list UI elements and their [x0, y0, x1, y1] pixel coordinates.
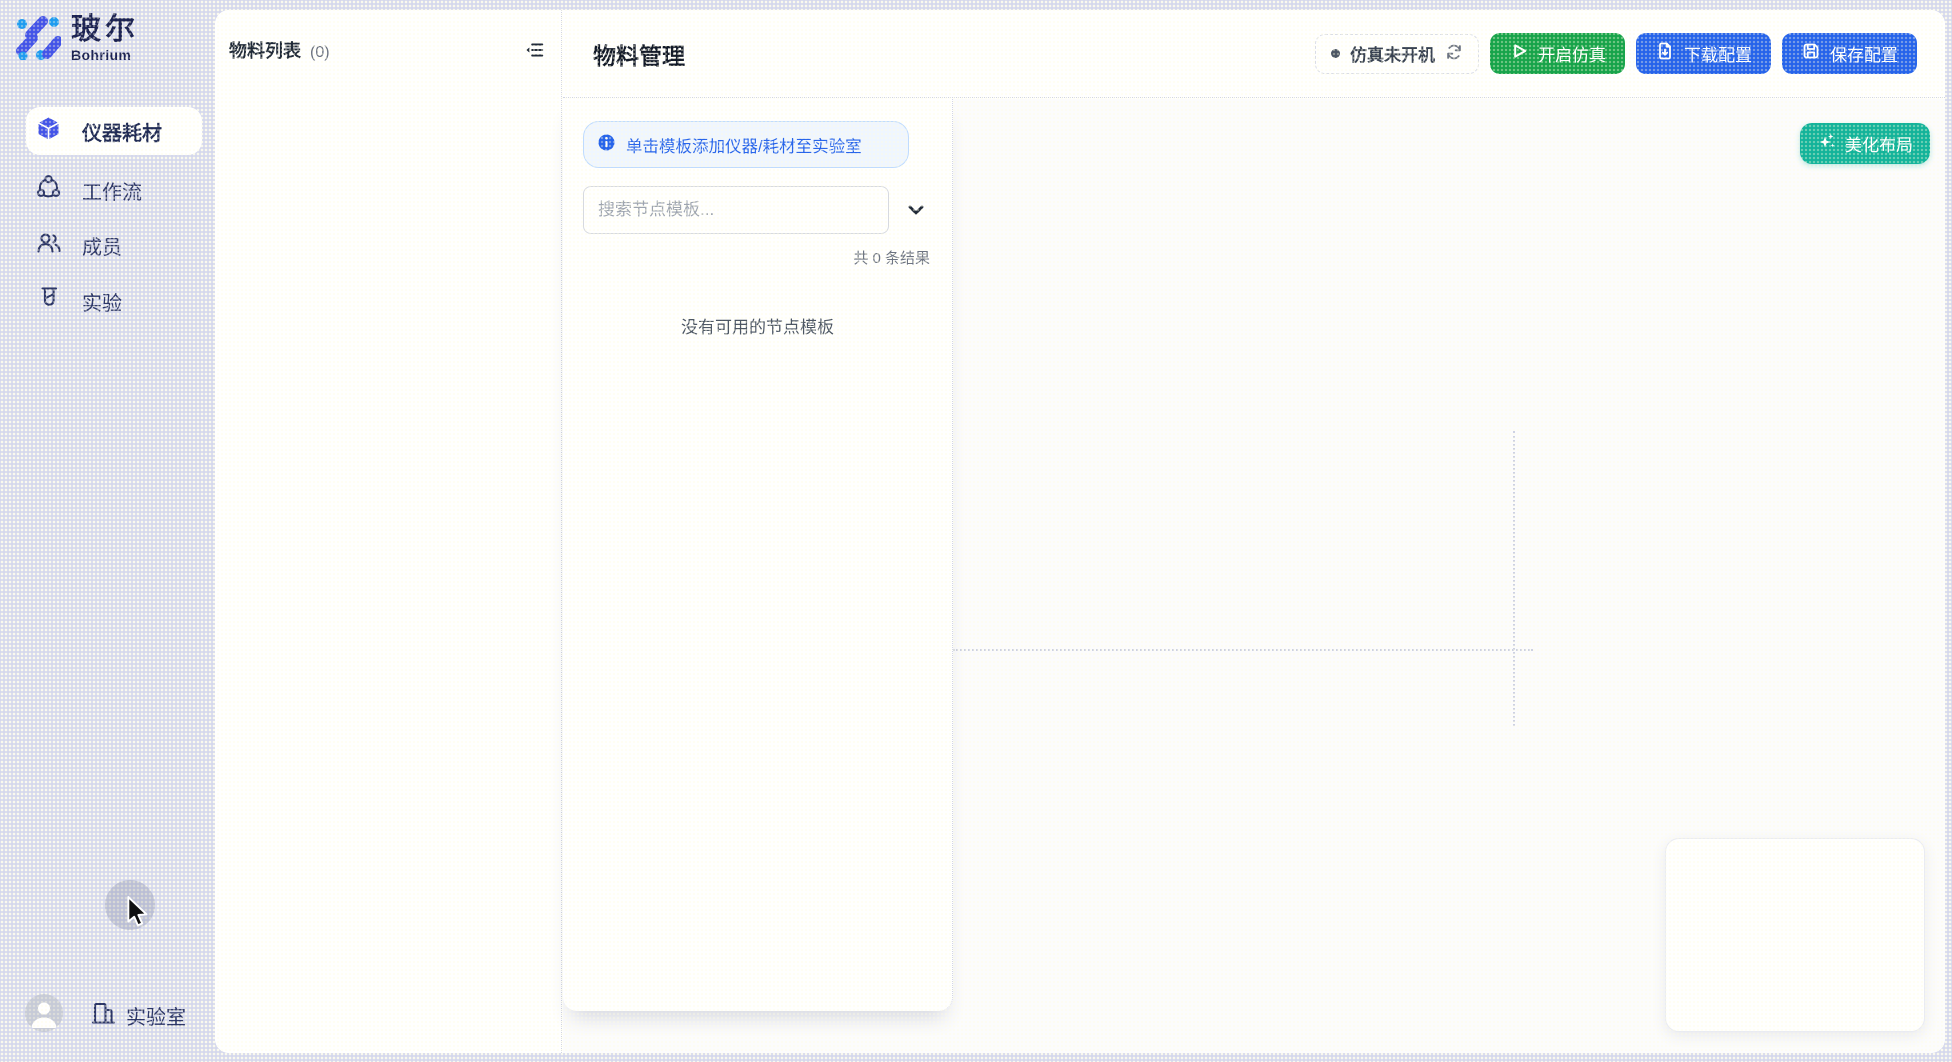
template-search-input[interactable]	[583, 186, 889, 234]
sidebar-item-experiments[interactable]: 实验	[26, 277, 202, 325]
template-hint-banner: 单击模板添加仪器/耗材至实验室	[583, 121, 909, 168]
canvas-guide-horizontal	[953, 649, 1533, 651]
app-container: 物料列表 (0) 物料管理 仿真未开机	[215, 10, 1945, 1053]
flow-canvas[interactable]: 单击模板添加仪器/耗材至实验室 共 0 条结果 没有可用的节点模板	[563, 99, 1945, 1053]
material-list-panel: 物料列表 (0)	[215, 10, 562, 1053]
page-title: 物料管理	[593, 37, 685, 71]
results-count: 共 0 条结果	[853, 247, 930, 268]
indent-decrease-icon	[523, 39, 545, 64]
sidebar-item-label: 仪器耗材	[82, 117, 162, 146]
save-icon	[1801, 41, 1821, 66]
main-area: 物料管理 仿真未开机	[563, 10, 1945, 1053]
file-download-icon	[1655, 41, 1675, 66]
user-avatar[interactable]	[25, 994, 63, 1032]
bohrium-logo-icon	[13, 12, 61, 65]
cube-icon	[35, 115, 62, 148]
canvas-minimap[interactable]	[1665, 838, 1925, 1032]
sidebar-item-label: 实验	[82, 287, 122, 316]
play-icon	[1509, 41, 1529, 66]
expand-templates-button[interactable]	[903, 198, 929, 224]
lab-switcher[interactable]: 实验室	[90, 1000, 186, 1030]
start-simulation-label: 开启仿真	[1538, 41, 1606, 66]
chevron-down-icon	[904, 198, 928, 225]
node-template-palette: 单击模板添加仪器/耗材至实验室 共 0 条结果 没有可用的节点模板	[563, 99, 953, 1011]
sidebar-item-members[interactable]: 成员	[26, 221, 202, 269]
main-header: 物料管理 仿真未开机	[563, 10, 1945, 98]
workflow-icon	[35, 174, 62, 207]
experiment-icon	[35, 285, 62, 318]
lab-switcher-label: 实验室	[126, 1001, 186, 1030]
refresh-icon	[1445, 43, 1463, 64]
mouse-cursor-icon	[126, 896, 152, 933]
download-config-label: 下载配置	[1684, 41, 1752, 66]
refresh-status-button[interactable]	[1445, 43, 1463, 64]
start-simulation-button[interactable]: 开启仿真	[1490, 33, 1625, 74]
bohrium-app: { "brand": { "name": "玻尔", "subtitle": "…	[0, 0, 1952, 1062]
status-dot	[1331, 49, 1340, 58]
save-config-label: 保存配置	[1830, 41, 1898, 66]
info-icon	[597, 133, 616, 157]
header-actions: 仿真未开机	[1315, 33, 1917, 74]
template-hint-text: 单击模板添加仪器/耗材至实验室	[626, 133, 862, 157]
brand-subtitle: Bohrium	[71, 47, 139, 63]
canvas-guide-vertical	[1513, 431, 1515, 726]
material-list-header: 物料列表 (0)	[229, 37, 330, 63]
building-icon	[90, 999, 117, 1032]
sidebar-item-label: 工作流	[82, 176, 142, 205]
beautify-layout-label: 美化布局	[1845, 131, 1913, 156]
brand-logo[interactable]: 玻尔 Bohrium	[13, 12, 139, 65]
beautify-layout-button[interactable]: 美化布局	[1800, 123, 1930, 164]
brand-name: 玻尔	[71, 14, 139, 46]
save-config-button[interactable]: 保存配置	[1782, 33, 1917, 74]
material-list-title: 物料列表	[229, 37, 301, 63]
members-icon	[35, 229, 62, 262]
download-config-button[interactable]: 下载配置	[1636, 33, 1771, 74]
sidebar-item-label: 成员	[82, 231, 122, 260]
sparkles-icon	[1817, 131, 1837, 156]
empty-templates-message: 没有可用的节点模板	[563, 313, 952, 338]
collapse-panel-button[interactable]	[522, 39, 546, 63]
sidebar-item-workflow[interactable]: 工作流	[26, 166, 202, 214]
status-label: 仿真未开机	[1350, 41, 1435, 66]
simulation-status: 仿真未开机	[1315, 34, 1479, 74]
material-list-count: (0)	[310, 44, 330, 62]
sidebar-item-instruments[interactable]: 仪器耗材	[26, 107, 202, 155]
